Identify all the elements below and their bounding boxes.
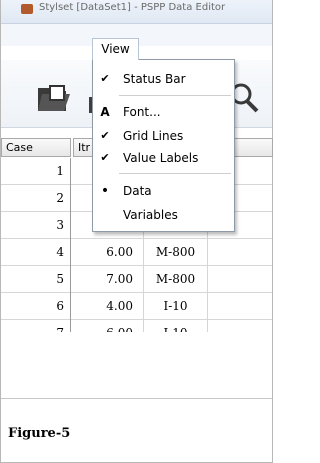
column-header-case[interactable]: Case <box>1 138 71 157</box>
cell-value[interactable]: 6.00 <box>71 320 144 332</box>
menu-view-label: View <box>101 42 130 56</box>
cell-value[interactable]: M-800 <box>144 266 208 293</box>
case-number: 2 <box>1 185 71 212</box>
menu-item-data[interactable]: • Data <box>93 179 234 203</box>
menu-item-value-labels[interactable]: ✔ Value Labels <box>93 146 234 170</box>
radio-bullet-icon: • <box>100 183 110 199</box>
view-menu-dropdown: ✔ Status Bar A Font... ✔ Grid Lines ✔ Va… <box>92 59 235 232</box>
cell-value[interactable]: I-10 <box>144 293 208 320</box>
menu-separator <box>119 95 231 96</box>
cell-value[interactable]: 7.00 <box>71 266 144 293</box>
cell-value[interactable]: M-800 <box>144 239 208 266</box>
table-row[interactable]: 7 6.00 I-10 <box>1 320 272 332</box>
menu-view[interactable]: View <box>92 38 139 60</box>
menu-item-label: Status Bar <box>123 72 186 86</box>
checkmark-icon: ✔ <box>100 151 110 164</box>
caption-divider <box>1 398 272 399</box>
cell-value[interactable]: 4.00 <box>71 293 144 320</box>
case-number: 1 <box>1 158 71 185</box>
menu-item-grid-lines[interactable]: ✔ Grid Lines <box>93 124 234 148</box>
case-number: 4 <box>1 239 71 266</box>
cell-value[interactable]: 6.00 <box>71 239 144 266</box>
font-icon: A <box>100 105 110 119</box>
checkmark-icon: ✔ <box>100 129 110 142</box>
menu-item-variables[interactable]: Variables <box>93 203 234 227</box>
window-title: Stylset [DataSet1] - PSPP Data Editor <box>39 2 226 13</box>
case-number: 7 <box>1 320 71 332</box>
case-number: 3 <box>1 212 71 239</box>
case-number: 6 <box>1 293 71 320</box>
table-row[interactable]: 6 4.00 I-10 <box>1 293 272 320</box>
menu-item-label: Grid Lines <box>123 129 184 143</box>
menu-item-font[interactable]: A Font... <box>93 100 234 124</box>
menu-item-label: Value Labels <box>123 151 199 165</box>
menu-separator <box>119 173 231 174</box>
open-file-icon[interactable] <box>36 82 72 114</box>
menu-item-label: Variables <box>123 208 178 222</box>
app-icon <box>21 4 33 14</box>
cell-value[interactable]: I-10 <box>144 320 208 332</box>
checkmark-icon: ✔ <box>100 72 110 85</box>
menu-item-label: Data <box>123 184 152 198</box>
menu-item-status-bar[interactable]: ✔ Status Bar <box>93 67 234 91</box>
case-number: 5 <box>1 266 71 293</box>
window-title-bar: Stylset [DataSet1] - PSPP Data Editor <box>1 0 272 24</box>
figure-caption: Figure-5 <box>8 426 71 441</box>
table-row[interactable]: 5 7.00 M-800 <box>1 266 272 293</box>
menu-item-label: Font... <box>123 105 161 119</box>
table-row[interactable]: 4 6.00 M-800 <box>1 239 272 266</box>
